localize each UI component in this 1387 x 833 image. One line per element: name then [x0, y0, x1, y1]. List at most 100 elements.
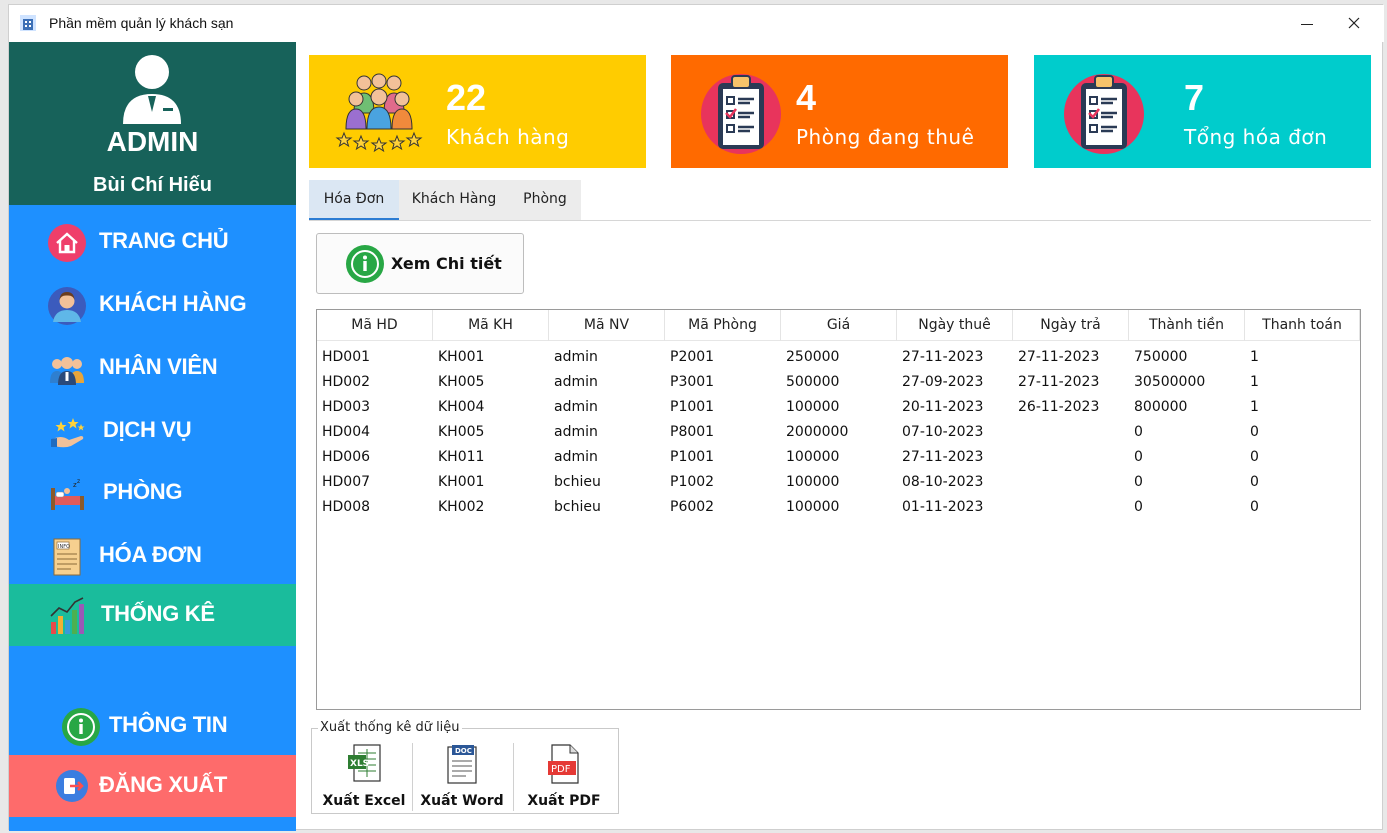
table-cell [1013, 470, 1129, 495]
nav-item-services[interactable]: DỊCH VỤ [9, 400, 296, 462]
nav-item-invoices[interactable]: INFO HÓA ĐƠN [9, 525, 296, 587]
column-header[interactable]: Ngày thuê [897, 310, 1013, 341]
nav-item-customers[interactable]: KHÁCH HÀNG [9, 274, 296, 336]
table-cell: KH001 [438, 349, 485, 365]
table-cell: P1001 [670, 399, 715, 415]
table-cell: bchieu [554, 474, 601, 490]
table-cell: P2001 [670, 349, 715, 365]
table-cell: HD003 [322, 399, 371, 415]
table-cell: 0 [1134, 474, 1143, 490]
invoice-table[interactable]: Mã HD Mã KH Mã NV Mã Phòng Giá Ngày thuê Ngày … [316, 309, 1361, 710]
user-role: ADMIN [106, 126, 199, 157]
home-icon [48, 224, 86, 262]
total-invoices-count: 7 [1184, 77, 1205, 118]
table-row[interactable]: HD002 KH005 admin P3001 500000 27-09-2023 27-1… [317, 370, 1360, 395]
word-file-icon: DOC [447, 745, 477, 784]
table-cell: admin [554, 399, 598, 415]
table-cell: HD001 [322, 349, 371, 365]
table-cell: 500000 [786, 374, 840, 390]
user-profile-panel: ADMIN Bùi Chí Hiếu [9, 42, 296, 205]
table-cell: KH011 [438, 449, 485, 465]
column-header[interactable]: Mã Phòng [665, 310, 781, 341]
table-cell: P1002 [670, 474, 715, 490]
nav-label: NHÂN VIÊN [99, 354, 218, 379]
customer-icon [48, 287, 86, 325]
table-cell: P3001 [670, 374, 715, 390]
room-bed-icon: z z [51, 478, 84, 510]
table-cell: 100000 [786, 399, 840, 415]
info-icon [62, 708, 100, 746]
table-cell: HD002 [322, 374, 371, 390]
table-cell: KH005 [438, 424, 485, 440]
table-cell: admin [554, 424, 598, 440]
view-detail-button[interactable]: Xem Chi tiết [316, 233, 524, 294]
table-cell: KH001 [438, 474, 485, 490]
rented-rooms-label: Phòng đang thuê [796, 125, 975, 149]
stat-card-customers: 22 Khách hàng [309, 55, 646, 168]
info-icon [346, 245, 384, 283]
export-pdf-button[interactable]: PDF Xuất PDF [516, 743, 612, 811]
nav-item-logout[interactable]: ĐĂNG XUẤT [9, 755, 296, 817]
clipboard-checklist-icon [701, 74, 781, 154]
table-cell [1013, 420, 1129, 445]
close-button[interactable] [1331, 5, 1377, 42]
nav-item-staff[interactable]: NHÂN VIÊN [9, 337, 296, 399]
tab-invoices[interactable]: Hóa Đơn [309, 180, 399, 220]
column-header[interactable]: Thanh toán [1245, 310, 1360, 341]
table-row[interactable]: HD008 KH002 bchieu P6002 100000 01-11-2023 0 0 [317, 495, 1360, 520]
table-row[interactable]: HD003 KH004 admin P1001 100000 20-11-2023 26-1… [317, 395, 1360, 420]
export-word-button[interactable]: DOC Xuất Word [414, 743, 510, 811]
export-excel-button[interactable]: XLS Xuất Excel [316, 743, 412, 811]
table-cell: 800000 [1134, 399, 1188, 415]
table-cell: 30500000 [1134, 374, 1206, 390]
nav-item-home[interactable]: TRANG CHỦ [9, 211, 296, 273]
table-cell: 07-10-2023 [902, 424, 984, 440]
view-detail-label: Xem Chi tiết [391, 254, 502, 273]
customers-label: Khách hàng [446, 125, 570, 149]
nav-label: KHÁCH HÀNG [99, 291, 247, 316]
table-cell: HD006 [322, 449, 371, 465]
export-word-label: Xuất Word [420, 793, 504, 809]
app-window: Phần mềm quản lý khách sạn ADMIN Bùi Chí… [8, 4, 1384, 831]
tab-rooms[interactable]: Phòng [509, 180, 581, 220]
table-cell: 1 [1250, 399, 1259, 415]
table-cell: 0 [1134, 424, 1143, 440]
table-cell: 26-11-2023 [1018, 399, 1100, 415]
table-cell: 1 [1250, 374, 1259, 390]
table-row[interactable]: HD007 KH001 bchieu P1002 100000 08-10-2023 0 0 [317, 470, 1360, 495]
table-cell: HD004 [322, 424, 371, 440]
table-cell: admin [554, 449, 598, 465]
minimize-button[interactable] [1284, 5, 1330, 42]
column-header[interactable]: Thành tiền [1129, 310, 1245, 341]
logout-icon [56, 770, 88, 802]
column-header[interactable]: Mã NV [549, 310, 665, 341]
nav-label: TRANG CHỦ [99, 228, 229, 253]
table-cell: 0 [1250, 499, 1259, 515]
column-header[interactable]: Mã KH [433, 310, 549, 341]
column-header[interactable]: Giá [781, 310, 897, 341]
tab-customers[interactable]: Khách Hàng [399, 180, 509, 220]
nav-item-statistics[interactable]: THỐNG KÊ [9, 584, 296, 646]
table-cell: KH005 [438, 374, 485, 390]
nav-label: HÓA ĐƠN [99, 542, 202, 567]
nav-item-rooms[interactable]: z z PHÒNG [9, 462, 296, 524]
nav-label: PHÒNG [103, 479, 183, 504]
table-cell: 01-11-2023 [902, 499, 984, 515]
svg-text:PDF: PDF [551, 764, 571, 775]
nav-label: THÔNG TIN [109, 712, 228, 737]
column-header[interactable]: Ngày trả [1013, 310, 1129, 341]
column-header[interactable]: Mã HD [317, 310, 433, 341]
close-icon [1348, 17, 1360, 29]
customers-count: 22 [446, 77, 487, 118]
nav-item-info[interactable]: THÔNG TIN [9, 695, 296, 757]
table-row[interactable]: HD006 KH011 admin P1001 100000 27-11-2023 0 0 [317, 445, 1360, 470]
table-cell: 27-11-2023 [1018, 349, 1100, 365]
nav-label: THỐNG KÊ [101, 601, 215, 626]
table-cell: P8001 [670, 424, 715, 440]
hotel-app-icon [20, 15, 36, 31]
tab-divider [309, 220, 1371, 221]
table-row[interactable]: HD004 KH005 admin P8001 2000000 07-10-2023 0 0 [317, 420, 1360, 445]
table-cell: P1001 [670, 449, 715, 465]
export-group: Xuất thống kê dữ liệu XLS Xuất Excel DOC… [311, 720, 619, 814]
table-row[interactable]: HD001 KH001 admin P2001 250000 27-11-2023 27-1… [317, 345, 1360, 370]
